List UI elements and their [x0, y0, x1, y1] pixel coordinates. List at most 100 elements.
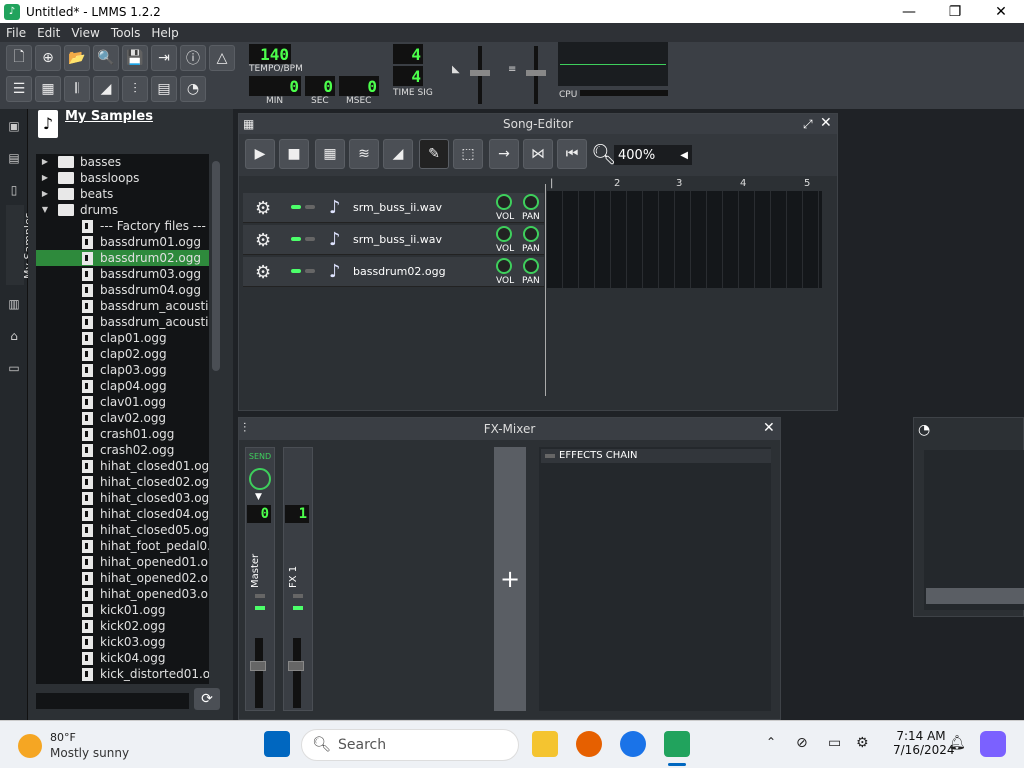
folder-item[interactable]: ▶ bassloops [36, 170, 209, 186]
fx1-fader-handle[interactable] [288, 661, 304, 671]
fx1-channel[interactable]: 1 FX 1 [283, 447, 313, 711]
metronome-icon[interactable]: △ [209, 45, 235, 71]
collapse-arrow-icon[interactable]: ▶ [40, 170, 50, 186]
close-button[interactable]: ✕ [978, 0, 1024, 23]
track-settings-icon[interactable]: ⚙ [255, 230, 271, 251]
new-from-template-icon[interactable]: ⊕ [35, 45, 61, 71]
fx1-fader-track[interactable] [293, 638, 301, 708]
file-item[interactable]: bassdrum03.ogg [36, 266, 209, 282]
file-item[interactable]: clav01.ogg [36, 394, 209, 410]
track-name[interactable]: srm_buss_ii.wav [353, 233, 442, 246]
add-controller-button[interactable] [926, 588, 1024, 604]
track-row[interactable]: ⚙ ♪ srm_buss_ii.wav VOL PAN [243, 193, 544, 223]
solo-button[interactable] [305, 237, 315, 241]
menu-view[interactable]: View [65, 26, 104, 40]
effects-chain-toggle[interactable]: EFFECTS CHAIN [541, 449, 771, 463]
settings-icon[interactable]: ⚙ [856, 735, 869, 751]
my-samples-tab-icon[interactable]: ▯ [4, 181, 24, 199]
file-item[interactable]: hihat_closed03.ogg [36, 490, 209, 506]
file-item[interactable]: bassdrum01.ogg [36, 234, 209, 250]
autoscroll-icon[interactable]: → [489, 139, 519, 169]
file-item[interactable]: clap01.ogg [36, 330, 209, 346]
menu-tools[interactable]: Tools [105, 26, 146, 40]
automation-editor-icon[interactable]: ◢ [93, 76, 119, 102]
beat-bassline-icon[interactable]: ▦ [35, 76, 61, 102]
menu-file[interactable]: File [0, 26, 31, 40]
samples-filter-input[interactable] [36, 693, 189, 709]
new-project-icon[interactable]: 🗋 [6, 45, 32, 71]
lmms-taskbar-icon[interactable] [664, 731, 690, 757]
mute-button[interactable] [291, 237, 301, 241]
samples-tree[interactable]: ▶ basses ▶ bassloops ▶ beats ▼ drums --- Factory… [36, 154, 209, 684]
file-item[interactable]: kick04.ogg [36, 650, 209, 666]
file-item[interactable]: clap04.ogg [36, 378, 209, 394]
add-beat-bassline-icon[interactable]: ▦ [315, 139, 345, 169]
loop-points-icon[interactable]: ⋈ [523, 139, 553, 169]
firefox-icon[interactable] [576, 731, 602, 757]
track-settings-icon[interactable]: ⚙ [255, 198, 271, 219]
file-item[interactable]: --- Factory files --- [36, 218, 209, 234]
maximize-button[interactable]: ❐ [932, 0, 978, 23]
file-item[interactable]: hihat_closed02.ogg [36, 474, 209, 490]
recent-projects-icon[interactable]: 🔍 [93, 45, 119, 71]
info-icon[interactable]: ⓘ [180, 45, 206, 71]
file-item[interactable]: hihat_closed04.ogg [36, 506, 209, 522]
tempo-display[interactable]: 140 [249, 44, 291, 64]
taskbar-clock[interactable]: 7:14 AM 7/16/2024 [893, 729, 955, 757]
file-item[interactable]: bassdrum04.ogg [36, 282, 209, 298]
send-knob[interactable] [249, 468, 271, 490]
my-projects-icon[interactable]: ▤ [4, 149, 24, 167]
master-active-indicator[interactable] [255, 606, 265, 610]
solo-button[interactable] [305, 205, 315, 209]
file-item[interactable]: kick01.ogg [36, 602, 209, 618]
pan-knob[interactable] [523, 258, 539, 274]
copilot-icon[interactable] [980, 731, 1006, 757]
chrome-icon[interactable] [620, 731, 646, 757]
file-item[interactable]: hihat_foot_pedal0... [36, 538, 209, 554]
file-explorer-icon[interactable] [532, 731, 558, 757]
file-item[interactable]: kick_distorted01.o... [36, 666, 209, 682]
file-item[interactable]: crash02.ogg [36, 442, 209, 458]
pan-knob[interactable] [523, 194, 539, 210]
refresh-icon[interactable]: ⟳ [194, 688, 220, 710]
instrument-plugins-icon[interactable]: ▣ [4, 117, 24, 135]
vol-knob[interactable] [496, 226, 512, 242]
file-item[interactable]: bassdrum02.ogg [36, 250, 209, 266]
vol-knob[interactable] [496, 194, 512, 210]
master-pitch-handle[interactable] [526, 70, 546, 76]
file-item[interactable]: crash01.ogg [36, 426, 209, 442]
track-row[interactable]: ⚙ ♪ bassdrum02.ogg VOL PAN [243, 257, 544, 287]
expand-arrow-icon[interactable]: ▼ [40, 202, 50, 218]
fx-mixer-close-icon[interactable]: ✕ [763, 420, 775, 436]
minimize-button[interactable]: — [886, 0, 932, 23]
folder-item[interactable]: ▶ beats [36, 186, 209, 202]
vol-knob[interactable] [496, 258, 512, 274]
project-notes-icon[interactable]: ▤ [151, 76, 177, 102]
menu-help[interactable]: Help [145, 26, 183, 40]
piano-roll-icon[interactable]: 𝄃 [64, 76, 90, 102]
fx1-mute-indicator[interactable] [293, 594, 303, 598]
track-name[interactable]: bassdrum02.ogg [353, 265, 446, 278]
solo-button[interactable] [305, 269, 315, 273]
my-presets-icon[interactable]: ▥ [4, 295, 24, 313]
track-name[interactable]: srm_buss_ii.wav [353, 201, 442, 214]
back-to-start-icon[interactable]: ⏮ [557, 139, 587, 169]
my-samples-tab[interactable]: My Samples [6, 205, 35, 285]
file-item[interactable]: hihat_closed01.ogg [36, 458, 209, 474]
fx-mixer-icon[interactable]: ⫶ [122, 76, 148, 102]
track-settings-icon[interactable]: ⚙ [255, 262, 271, 283]
draw-mode-icon[interactable]: ✎ [419, 139, 449, 169]
folder-item[interactable]: ▼ drums [36, 202, 209, 218]
collapse-arrow-icon[interactable]: ▶ [40, 154, 50, 170]
file-item[interactable]: bassdrum_acousti... [36, 314, 209, 330]
pan-knob[interactable] [523, 226, 539, 242]
file-item[interactable]: hihat_opened03.o... [36, 586, 209, 602]
display-icon[interactable]: ▭ [828, 735, 841, 751]
song-editor-icon[interactable]: ☰ [6, 76, 32, 102]
file-item[interactable]: kick02.ogg [36, 618, 209, 634]
taskbar-search[interactable]: 🔍︎ Search [301, 729, 519, 761]
zoom-select[interactable]: 400% ◀ [614, 145, 692, 165]
fx1-active-indicator[interactable] [293, 606, 303, 610]
edit-mode-icon[interactable]: ⬚ [453, 139, 483, 169]
controller-rack-icon[interactable]: ◔ [180, 76, 206, 102]
